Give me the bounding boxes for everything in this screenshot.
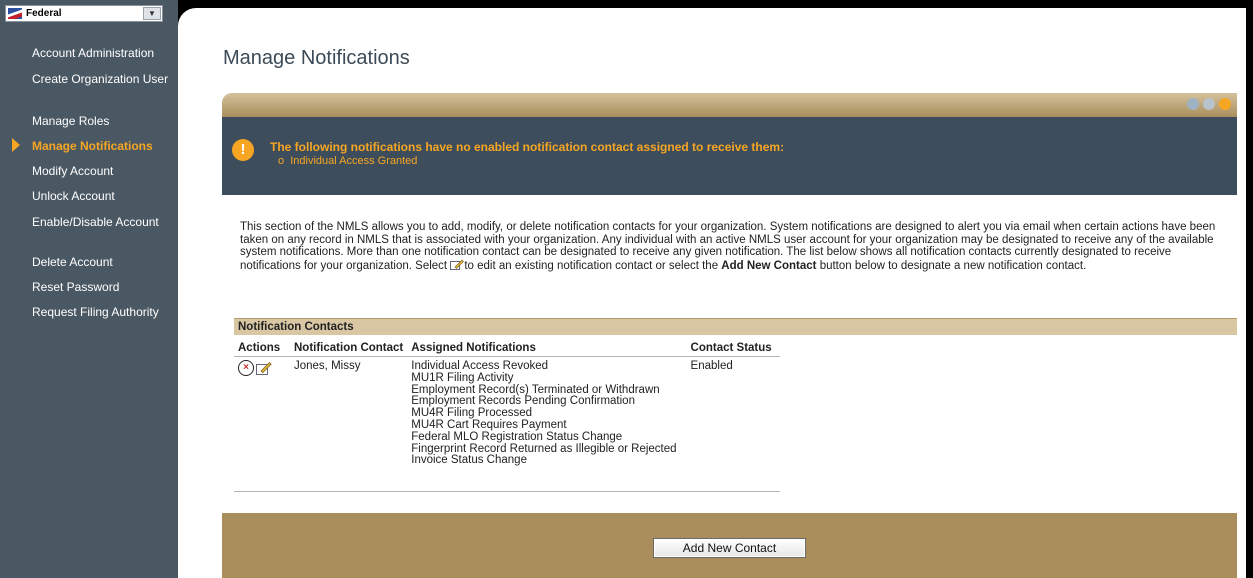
users-icon[interactable] <box>1203 98 1215 110</box>
delete-icon[interactable]: × <box>238 360 254 376</box>
notifications-panel: ! The following notifications have no en… <box>222 93 1237 578</box>
assigned-notifications-cell: Individual Access Revoked MU1R Filing Ac… <box>407 356 687 492</box>
actions-cell: × <box>234 356 290 492</box>
add-new-contact-button[interactable]: Add New Contact <box>653 538 806 558</box>
page-title: Manage Notifications <box>223 47 410 69</box>
list-item: Invoice Status Change <box>411 454 527 467</box>
sidebar-item-enable-disable-account[interactable]: Enable/Disable Account <box>32 216 172 229</box>
active-arrow-icon <box>12 138 20 152</box>
organization-type-select[interactable]: Federal ▼ <box>5 5 163 22</box>
print-icon[interactable] <box>1187 98 1199 110</box>
column-header-status: Contact Status <box>686 340 780 357</box>
sidebar-item-manage-roles[interactable]: Manage Roles <box>32 115 172 128</box>
sidebar-item-create-organization-user[interactable]: Create Organization User <box>32 73 172 86</box>
contacts-section-title: Notification Contacts <box>238 321 354 333</box>
description-text: This section of the NMLS allows you to a… <box>240 221 1230 272</box>
edit-icon[interactable] <box>256 361 272 375</box>
list-item: MU4R Cart Requires Payment <box>411 418 567 431</box>
sidebar-item-unlock-account[interactable]: Unlock Account <box>32 190 172 203</box>
warning-icon: ! <box>232 139 254 161</box>
table-row: × Jones, Missy Individual Access Revoked… <box>234 356 780 492</box>
right-border <box>1246 0 1253 578</box>
chevron-down-icon[interactable]: ▼ <box>143 7 161 20</box>
column-header-actions: Actions <box>234 340 290 357</box>
table-header-row: Actions Notification Contact Assigned No… <box>234 340 780 357</box>
alert-banner: ! The following notifications have no en… <box>222 117 1237 195</box>
list-item: MU1R Filing Activity <box>411 371 514 384</box>
panel-header <box>222 93 1237 117</box>
panel-footer: Add New Contact <box>222 513 1237 578</box>
sidebar: Federal ▼ Account Administration Create … <box>0 0 178 578</box>
column-header-contact: Notification Contact <box>290 340 408 357</box>
description-bold: Add New Contact <box>721 259 817 272</box>
help-icon[interactable] <box>1219 98 1231 110</box>
column-header-notifications: Assigned Notifications <box>407 340 687 357</box>
contacts-section-header: Notification Contacts <box>234 318 1237 335</box>
main-content: Manage Notifications ! The following not… <box>178 0 1253 578</box>
app-window: Federal ▼ Account Administration Create … <box>0 0 1253 578</box>
sidebar-item-reset-password[interactable]: Reset Password <box>32 281 172 294</box>
sidebar-item-manage-notifications[interactable]: Manage Notifications <box>32 140 172 153</box>
organization-type-value: Federal <box>26 8 62 19</box>
panel-header-icons <box>1187 98 1231 110</box>
sidebar-item-account-administration[interactable]: Account Administration <box>32 47 172 60</box>
sidebar-item-delete-account[interactable]: Delete Account <box>32 256 172 269</box>
contact-status: Enabled <box>686 356 780 492</box>
description-part-3: button below to designate a new notifica… <box>816 259 1087 272</box>
sidebar-item-modify-account[interactable]: Modify Account <box>32 165 172 178</box>
contact-name: Jones, Missy <box>290 356 408 492</box>
alert-list-item: o Individual Access Granted <box>278 155 418 167</box>
description-part-2: to edit an existing notification contact… <box>464 259 722 272</box>
contacts-table: Actions Notification Contact Assigned No… <box>234 340 780 492</box>
flag-icon <box>8 8 22 19</box>
alert-title: The following notifications have no enab… <box>270 140 785 154</box>
list-item: Federal MLO Registration Status Change <box>411 430 623 443</box>
alert-item-text: Individual Access Granted <box>290 155 418 167</box>
top-border <box>178 0 1253 8</box>
sidebar-item-request-filing-authority[interactable]: Request Filing Authority <box>32 306 172 319</box>
edit-icon <box>450 259 465 270</box>
